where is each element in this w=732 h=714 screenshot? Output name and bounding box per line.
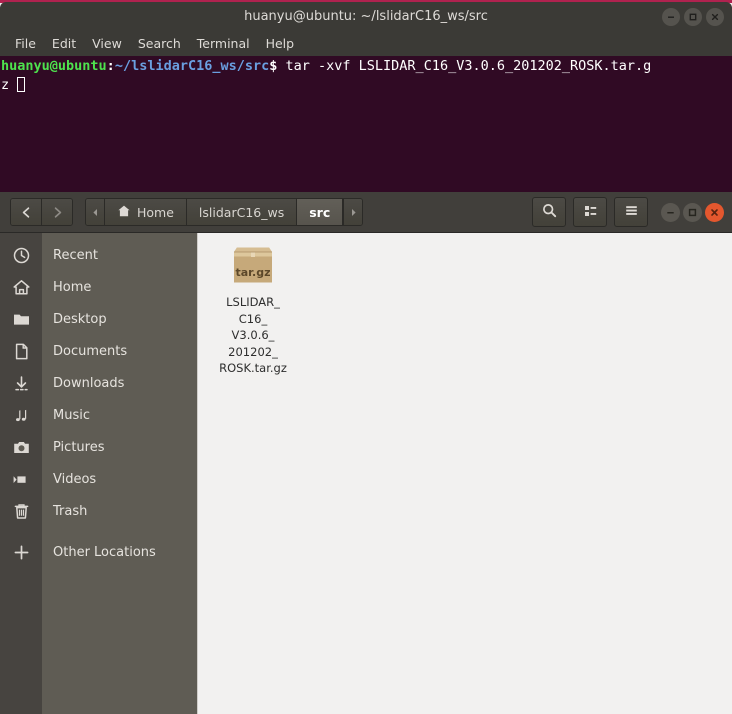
file-list-area[interactable]: tar.gz LSLIDAR_ C16_ V3.0.6_ 201202_ ROS… bbox=[197, 233, 732, 714]
sidebar-label-music: Music bbox=[53, 407, 90, 423]
terminal-prompt-user: huanyu@ubuntu bbox=[1, 58, 107, 74]
sidebar-label-pictures: Pictures bbox=[53, 439, 105, 455]
menu-item-view[interactable]: View bbox=[84, 32, 130, 56]
file-manager-close-button[interactable] bbox=[705, 202, 724, 222]
file-manager-maximize-button[interactable] bbox=[683, 202, 702, 222]
menu-item-edit[interactable]: Edit bbox=[44, 32, 84, 56]
terminal-cursor bbox=[17, 77, 26, 92]
sidebar-item-music[interactable]: Music bbox=[0, 399, 197, 431]
archive-icon-label: tar.gz bbox=[236, 266, 271, 279]
sidebar-item-pictures[interactable]: Pictures bbox=[0, 431, 197, 463]
menu-item-terminal[interactable]: Terminal bbox=[189, 32, 258, 56]
sidebar-label-other-locations: Other Locations bbox=[53, 544, 156, 560]
breadcrumb-item-lslidarc16-ws[interactable]: lslidarC16_ws bbox=[186, 199, 298, 225]
sidebar-item-videos[interactable]: Videos bbox=[0, 463, 197, 495]
search-button[interactable] bbox=[532, 197, 566, 227]
sidebar-label-home: Home bbox=[53, 279, 92, 295]
terminal-prompt-path: ~/lslidarC16_ws/src bbox=[114, 58, 270, 74]
sidebar-item-trash[interactable]: Trash bbox=[0, 495, 197, 527]
back-button[interactable] bbox=[11, 199, 42, 225]
camera-icon bbox=[0, 438, 42, 457]
file-manager-minimize-button[interactable] bbox=[661, 202, 680, 222]
navigation-buttons bbox=[10, 198, 73, 226]
header-tools bbox=[532, 197, 732, 227]
breadcrumb-label-home: Home bbox=[137, 204, 174, 220]
sidebar-label-trash: Trash bbox=[53, 503, 88, 519]
terminal-command-text: tar -xvf LSLIDAR_C16_V3.0.6_201202_ROSK.… bbox=[277, 58, 652, 74]
terminal-command-wrapped: z bbox=[1, 77, 18, 93]
terminal-prompt-colon: : bbox=[106, 58, 115, 74]
terminal-window-controls bbox=[662, 8, 724, 26]
video-icon bbox=[0, 470, 42, 489]
archive-icon: tar.gz bbox=[229, 241, 277, 289]
menu-item-file[interactable]: File bbox=[7, 32, 44, 56]
terminal-minimize-button[interactable] bbox=[662, 8, 680, 26]
breadcrumb-item-src[interactable]: src bbox=[297, 199, 344, 225]
view-list-icon bbox=[582, 202, 599, 223]
sidebar-item-documents[interactable]: Documents bbox=[0, 335, 197, 367]
terminal-title: huanyu@ubuntu: ~/lslidarC16_ws/src bbox=[244, 9, 488, 24]
terminal-menubar: File Edit View Search Terminal Help bbox=[0, 32, 732, 56]
desktop-screen: huanyu@ubuntu: ~/lslidarC16_ws/src File … bbox=[0, 0, 732, 714]
file-manager-window-controls bbox=[661, 202, 724, 222]
sidebar-label-documents: Documents bbox=[53, 343, 128, 359]
menu-icon bbox=[623, 202, 640, 223]
terminal-prompt-line: huanyu@ubuntu:~/lslidarC16_ws/src$ tar -… bbox=[1, 57, 732, 76]
trash-icon bbox=[0, 502, 42, 521]
sidebar-label-recent: Recent bbox=[53, 247, 98, 263]
breadcrumb-scroll-left-icon[interactable] bbox=[86, 199, 105, 225]
home-icon bbox=[117, 204, 131, 221]
breadcrumb-scroll-right-icon[interactable] bbox=[343, 199, 363, 225]
terminal-output-area[interactable]: huanyu@ubuntu:~/lslidarC16_ws/src$ tar -… bbox=[0, 56, 732, 192]
menu-item-help[interactable]: Help bbox=[258, 32, 303, 56]
breadcrumb: Home lslidarC16_ws src bbox=[85, 198, 364, 226]
file-manager-headerbar: Home lslidarC16_ws src bbox=[0, 192, 732, 233]
sidebar-item-downloads[interactable]: Downloads bbox=[0, 367, 197, 399]
sidebar-label-desktop: Desktop bbox=[53, 311, 107, 327]
terminal-window: huanyu@ubuntu: ~/lslidarC16_ws/src File … bbox=[0, 0, 732, 192]
download-icon bbox=[0, 374, 42, 393]
file-manager-window: Home lslidarC16_ws src Recent Home Deskt… bbox=[0, 192, 732, 714]
file-manager-sidebar: Recent Home Desktop Documents Downloads … bbox=[0, 233, 197, 714]
view-options-button[interactable] bbox=[573, 197, 607, 227]
search-icon bbox=[541, 202, 558, 223]
sidebar-item-other-locations[interactable]: Other Locations bbox=[0, 536, 197, 568]
plus-icon bbox=[0, 543, 42, 562]
file-name-label: LSLIDAR_ C16_ V3.0.6_ 201202_ ROSK.tar.g… bbox=[219, 295, 287, 375]
sidebar-item-desktop[interactable]: Desktop bbox=[0, 303, 197, 335]
terminal-maximize-button[interactable] bbox=[684, 8, 702, 26]
home-icon bbox=[0, 278, 42, 297]
terminal-command-wrap-line: z bbox=[1, 76, 732, 95]
terminal-close-button[interactable] bbox=[706, 8, 724, 26]
menu-item-search[interactable]: Search bbox=[130, 32, 189, 56]
sidebar-item-recent[interactable]: Recent bbox=[0, 239, 197, 271]
folder-icon bbox=[0, 310, 42, 329]
clock-icon bbox=[0, 246, 42, 265]
sidebar-item-home[interactable]: Home bbox=[0, 271, 197, 303]
file-item[interactable]: tar.gz LSLIDAR_ C16_ V3.0.6_ 201202_ ROS… bbox=[207, 241, 299, 377]
sidebar-label-videos: Videos bbox=[53, 471, 97, 487]
music-icon bbox=[0, 406, 42, 425]
forward-button[interactable] bbox=[42, 199, 72, 225]
sidebar-label-downloads: Downloads bbox=[53, 375, 125, 391]
breadcrumb-label-src: src bbox=[309, 204, 331, 220]
menu-button[interactable] bbox=[614, 197, 648, 227]
breadcrumb-item-home[interactable]: Home bbox=[105, 199, 187, 225]
document-icon bbox=[0, 342, 42, 361]
breadcrumb-label-lslidarc16-ws: lslidarC16_ws bbox=[198, 204, 285, 220]
